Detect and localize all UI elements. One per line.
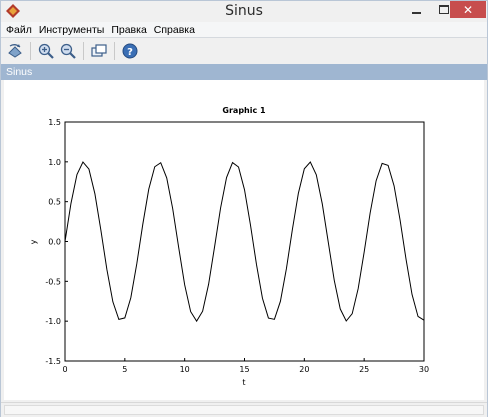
y-axis-label: y: [29, 239, 38, 244]
x-tick-label: 20: [299, 365, 309, 374]
x-tick-label: 5: [122, 365, 127, 374]
x-axis-label: t: [242, 378, 245, 387]
toolbar-separator: [83, 42, 84, 60]
datatip-button[interactable]: [90, 42, 108, 60]
sin-series-line: [64, 161, 425, 323]
plot-canvas[interactable]: Graphic 1 y t 0 5 10 15 20 25 30 -1.5 -1.0 -0.5 0.…: [4, 80, 484, 400]
rotate-button[interactable]: [6, 42, 24, 60]
menu-edit[interactable]: Правка: [111, 24, 146, 36]
help-button[interactable]: ?: [121, 42, 139, 60]
zoom-out-button[interactable]: [59, 42, 77, 60]
x-tick-label: 25: [359, 365, 369, 374]
y-tick-label: 1.0: [48, 158, 61, 167]
plot-area: [64, 121, 425, 362]
toolbar: ?: [1, 39, 487, 63]
menu-file[interactable]: Файл: [6, 24, 32, 36]
title-bar[interactable]: Sinus ✕: [1, 1, 487, 22]
x-tick-label: 10: [180, 365, 190, 374]
chart-title: Graphic 1: [222, 106, 266, 115]
y-tick-label: -1.5: [45, 357, 61, 366]
zoom-out-icon: [60, 43, 76, 59]
y-tick-label: -0.5: [45, 277, 61, 286]
graphic-panel-title: Sinus: [1, 64, 487, 80]
y-tick-label: 0.5: [48, 198, 61, 207]
zoom-in-button[interactable]: [37, 42, 55, 60]
rotate-icon: [8, 44, 22, 58]
application-window: Sinus ✕ Файл Инструменты Правка Справка: [0, 0, 488, 417]
menu-tools[interactable]: Инструменты: [39, 24, 104, 36]
help-icon: ?: [122, 43, 138, 59]
menu-bar: Файл Инструменты Правка Справка: [1, 22, 487, 38]
toolbar-separator: [114, 42, 115, 60]
menu-help[interactable]: Справка: [154, 24, 195, 36]
close-button[interactable]: ✕: [450, 1, 486, 18]
datatip-icon: [91, 44, 107, 57]
y-tick-label: -1.0: [45, 317, 61, 326]
sinus-chart[interactable]: Graphic 1 y t 0 5 10 15 20 25 30 -1.5 -1.0 -0.5 0.…: [4, 80, 484, 400]
svg-text:?: ?: [127, 47, 133, 58]
y-tick-label: 0.0: [48, 238, 61, 247]
minimize-icon: [412, 11, 421, 14]
x-tick-label: 30: [419, 365, 429, 374]
toolbar-separator: [30, 42, 31, 60]
x-tick-label: 0: [62, 365, 67, 374]
y-tick-label: 1.5: [48, 118, 61, 127]
maximize-icon: [438, 5, 449, 14]
zoom-in-icon: [38, 43, 54, 59]
status-bar: [1, 402, 487, 417]
status-field: [4, 405, 484, 415]
minimize-button[interactable]: [403, 1, 430, 18]
x-tick-label: 15: [239, 365, 249, 374]
close-icon: ✕: [462, 2, 474, 17]
